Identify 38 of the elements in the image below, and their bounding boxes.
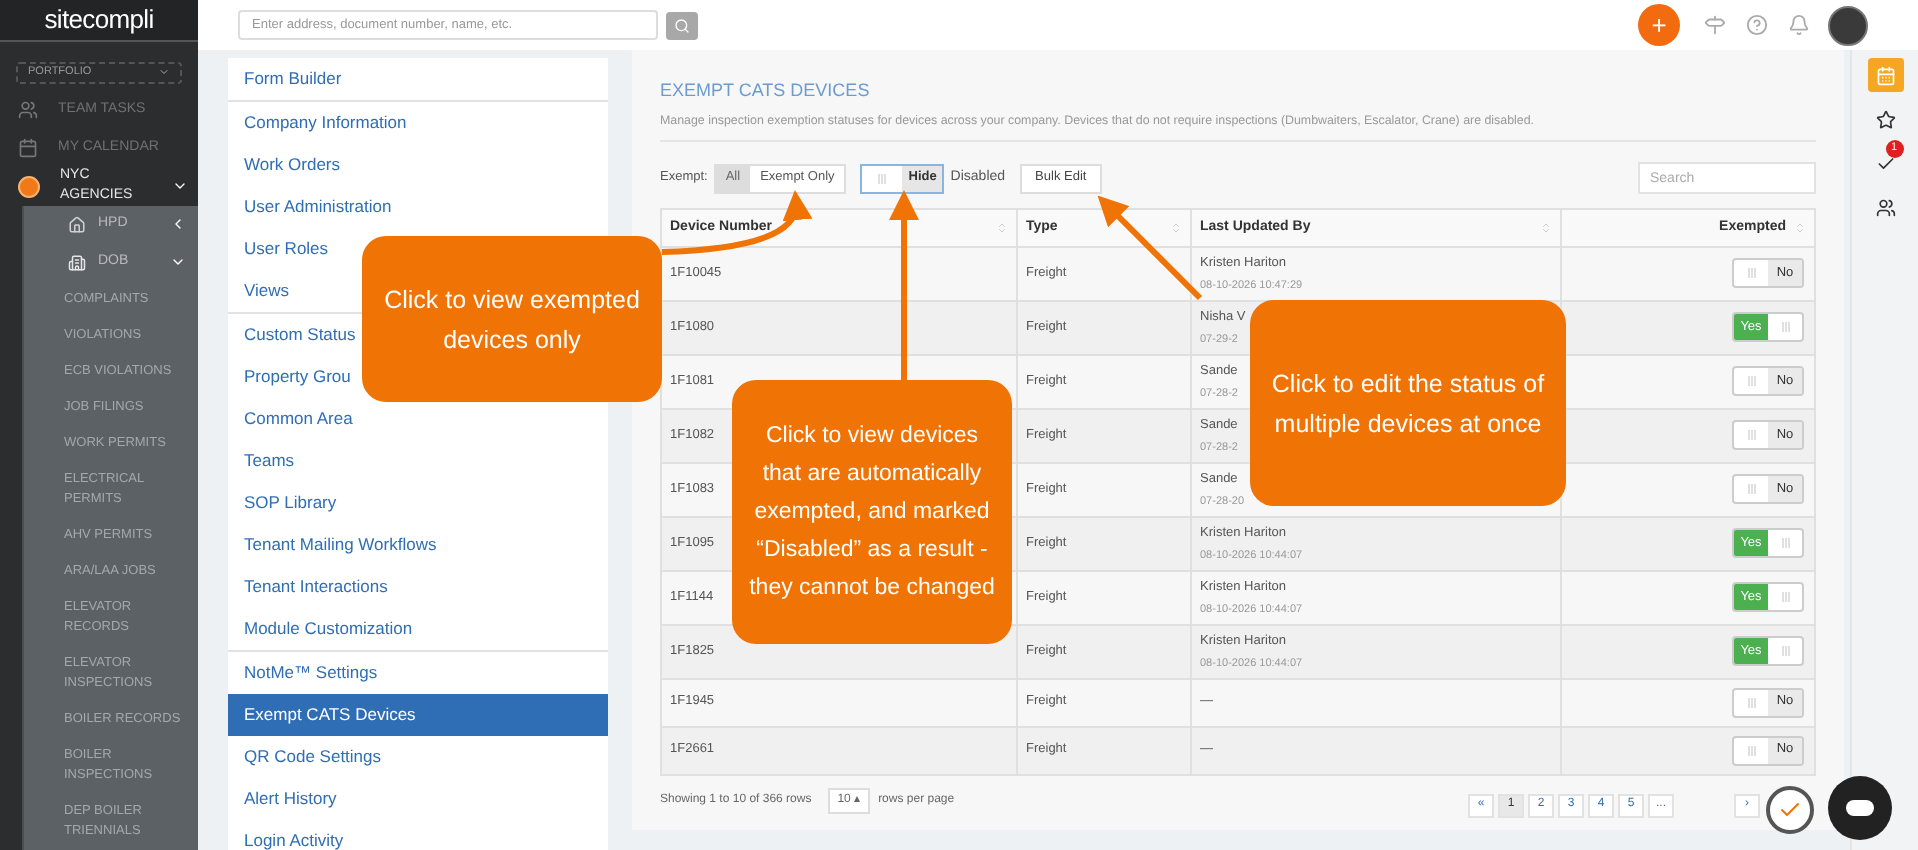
settings-nav-item[interactable]: Form Builder	[228, 58, 344, 100]
settings-nav-item[interactable]: Exempt CATS Devices	[228, 694, 608, 736]
people-icon	[1875, 197, 1895, 217]
grip-icon	[878, 173, 887, 184]
settings-nav-item[interactable]: Property Grou	[228, 356, 353, 398]
settings-nav-item[interactable]: NotMe™ Settings	[228, 652, 380, 694]
settings-nav-item[interactable]: User Roles	[228, 228, 331, 270]
building-icon	[68, 253, 86, 271]
settings-nav-item[interactable]: Tenant Interactions	[228, 566, 390, 608]
settings-nav-item[interactable]: Tenant Mailing Workflows	[228, 524, 439, 566]
callout: Click to view exempted devices only	[362, 236, 662, 402]
calendar-icon	[1875, 65, 1895, 85]
settings-nav-item[interactable]: Common Area	[228, 398, 355, 440]
calendar-icon	[18, 138, 38, 158]
team-icon	[18, 100, 38, 120]
settings-nav-item[interactable]: Work Orders	[228, 144, 343, 186]
callout: Click to edit the status of multiple devices at once	[1250, 300, 1566, 506]
agency-icon	[18, 175, 40, 197]
settings-nav-item[interactable]: Module Customization	[228, 608, 415, 650]
settings-nav-item[interactable]: SOP Library	[228, 482, 339, 524]
settings-nav-item[interactable]: Teams	[228, 440, 297, 482]
avatar[interactable]	[1828, 5, 1868, 45]
settings-nav-item[interactable]: Company Information	[228, 102, 409, 144]
search-icon	[674, 17, 690, 33]
settings-nav-item[interactable]: Custom Status	[228, 314, 358, 356]
caret-icon	[158, 66, 170, 78]
settings-nav-item[interactable]: Alert History	[228, 778, 339, 820]
star-icon	[1875, 109, 1895, 129]
page-title: EXEMPT CATS DEVICES	[660, 78, 872, 104]
settings-nav-item[interactable]: User Administration	[228, 186, 394, 228]
settings-nav-item[interactable]: QR Code Settings	[228, 736, 384, 778]
home-icon	[68, 215, 86, 233]
add-button[interactable]: +	[1638, 4, 1680, 46]
settings-nav-item[interactable]: Views	[228, 270, 292, 312]
arrow	[1097, 195, 1203, 301]
settings-nav-item[interactable]: Login Activity	[228, 820, 346, 850]
callout: Click to view devices that are automatically exempted, and marked “Disabled” as a result - they cannot be changed	[732, 380, 1012, 644]
check-icon	[1875, 153, 1895, 173]
